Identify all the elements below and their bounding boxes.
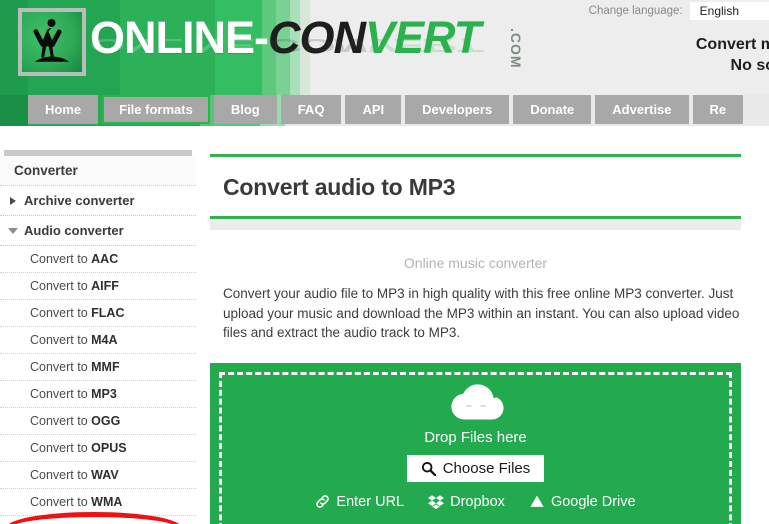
- nav-item-file-formats[interactable]: File formats: [102, 95, 210, 124]
- choose-files-label: Choose Files: [443, 460, 531, 477]
- item-format: WMA: [91, 495, 122, 509]
- item-prefix: Convert to: [30, 495, 91, 509]
- item-prefix: Convert to: [30, 360, 91, 374]
- dropzone-source-links: Enter URL Dropbox Google D: [315, 494, 635, 510]
- page-subtitle: Online music converter: [210, 255, 741, 271]
- item-format: AIFF: [91, 279, 119, 293]
- sidebar-heading: Converter: [0, 156, 196, 186]
- item-prefix: Convert to: [30, 333, 91, 347]
- item-format: FLAC: [91, 306, 124, 320]
- item-prefix: Convert to: [30, 387, 91, 401]
- sidebar-item-convert-to-aiff[interactable]: Convert to AIFF: [0, 273, 196, 300]
- language-label: Change language:: [589, 5, 683, 17]
- page-description: Convert your audio file to MP3 in high q…: [210, 284, 741, 343]
- item-prefix: Convert to: [30, 279, 91, 293]
- choose-files-button[interactable]: Choose Files: [407, 455, 545, 482]
- tagline-line-2: No so: [696, 55, 769, 76]
- main-column: Convert audio to MP3 Online music conver…: [210, 126, 769, 524]
- nav-item-advertise[interactable]: Advertise: [595, 95, 688, 124]
- dropbox-icon: [428, 494, 444, 509]
- site-logo[interactable]: [18, 8, 86, 76]
- sidebar-item-convert-to-wav[interactable]: Convert to WAV: [0, 462, 196, 489]
- sidebar-group-label: Audio converter: [24, 223, 124, 238]
- item-prefix: Convert to: [30, 252, 91, 266]
- wordmark-dash: -: [254, 12, 268, 63]
- cloud-upload-icon: [445, 381, 507, 425]
- item-format: AAC: [91, 252, 118, 266]
- main-navigation: Home File formats Blog FAQ API Developer…: [0, 95, 769, 126]
- nav-item-reviews[interactable]: Re: [693, 95, 744, 124]
- nav-item-blog[interactable]: Blog: [214, 95, 277, 124]
- dropzone-content: Drop Files here Choose Files: [210, 381, 741, 510]
- enter-url-label: Enter URL: [336, 494, 404, 510]
- dropbox-button[interactable]: Dropbox: [428, 494, 505, 510]
- sidebar-group-audio-converter[interactable]: Audio converter: [0, 216, 196, 246]
- ad-placeholder-bar: [210, 219, 741, 230]
- item-format: OPUS: [91, 441, 126, 455]
- item-prefix: Convert to: [30, 414, 91, 428]
- nav-item-faq[interactable]: FAQ: [281, 95, 342, 124]
- item-format: MMF: [91, 360, 119, 374]
- tagline-line-1: Convert m: [696, 34, 769, 55]
- sidebar-item-convert-to-aac[interactable]: Convert to AAC: [0, 246, 196, 273]
- google-drive-label: Google Drive: [551, 494, 636, 510]
- wordmark-vert: VERT: [365, 12, 480, 63]
- site-header: Change language: English ONLINE-CONVERT …: [0, 0, 769, 95]
- nav-item-api[interactable]: API: [345, 95, 401, 124]
- item-format: MP3: [91, 387, 117, 401]
- item-prefix: Convert to: [30, 468, 91, 482]
- main-top-rule: [210, 154, 741, 157]
- chevron-right-icon: [10, 197, 16, 205]
- language-selector[interactable]: Change language: English: [589, 0, 769, 22]
- nav-item-developers[interactable]: Developers: [405, 95, 509, 124]
- item-prefix: Convert to: [30, 306, 91, 320]
- sidebar: Converter Archive converter Audio conver…: [0, 126, 196, 524]
- sidebar-group-label: Archive converter: [24, 193, 135, 208]
- sidebar-group-archive-converter[interactable]: Archive converter: [0, 186, 196, 216]
- google-drive-icon: [529, 494, 545, 509]
- chevron-down-icon: [8, 228, 18, 234]
- dropzone-drop-text: Drop Files here: [424, 429, 527, 446]
- wordmark-tld: .COM: [490, 28, 542, 69]
- google-drive-button[interactable]: Google Drive: [529, 494, 636, 510]
- enter-url-button[interactable]: Enter URL: [315, 494, 404, 510]
- nav-item-home[interactable]: Home: [28, 95, 98, 124]
- item-prefix: Convert to: [30, 441, 91, 455]
- link-icon: [315, 494, 330, 509]
- file-dropzone[interactable]: Drop Files here Choose Files: [210, 363, 741, 524]
- nav-item-donate[interactable]: Donate: [513, 95, 591, 124]
- sidebar-item-convert-to-wma[interactable]: Convert to WMA: [0, 489, 196, 516]
- language-value[interactable]: English: [690, 2, 769, 20]
- dropbox-label: Dropbox: [450, 494, 505, 510]
- header-tagline: Convert m No so: [696, 34, 769, 76]
- item-format: M4A: [91, 333, 117, 347]
- sidebar-item-convert-to-ogg[interactable]: Convert to OGG: [0, 408, 196, 435]
- runner-silhouette-icon: [22, 12, 82, 72]
- sidebar-item-convert-to-m4a[interactable]: Convert to M4A: [0, 327, 196, 354]
- page-title: Convert audio to MP3: [223, 174, 769, 201]
- content-area: Converter Archive converter Audio conver…: [0, 126, 769, 524]
- sidebar-item-convert-to-mmf[interactable]: Convert to MMF: [0, 354, 196, 381]
- sidebar-item-convert-to-mp3[interactable]: Convert to MP3: [0, 381, 196, 408]
- page-root: Change language: English ONLINE-CONVERT …: [0, 0, 769, 524]
- item-format: OGG: [91, 414, 120, 428]
- runner-logo-icon: [22, 12, 82, 72]
- item-format: WAV: [91, 468, 119, 482]
- sidebar-group-document-converter[interactable]: Document converter: [0, 516, 196, 524]
- sidebar-item-convert-to-flac[interactable]: Convert to FLAC: [0, 300, 196, 327]
- wordmark: ONLINE-CONVERT .COM: [90, 12, 480, 68]
- wordmark-online: ONLINE: [90, 12, 254, 63]
- sidebar-item-convert-to-opus[interactable]: Convert to OPUS: [0, 435, 196, 462]
- wordmark-con: CON: [268, 12, 365, 63]
- search-icon: [421, 461, 436, 476]
